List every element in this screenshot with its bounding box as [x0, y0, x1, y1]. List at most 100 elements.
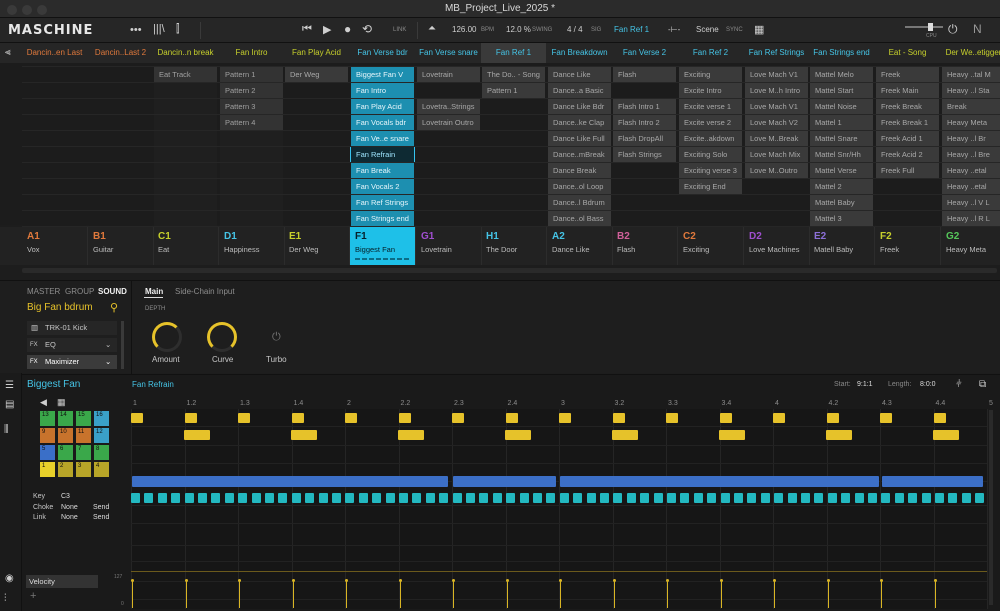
clip-cell[interactable]: Heavy ..etal [942, 179, 1000, 194]
group-h1[interactable]: H1 The Door [481, 227, 547, 265]
velocity-stem[interactable] [934, 581, 936, 608]
pad-11[interactable]: 11 [76, 428, 91, 443]
velocity-stem[interactable] [239, 581, 240, 608]
velocity-stem[interactable] [613, 581, 615, 608]
group-c2[interactable]: C2 Exciting [678, 227, 744, 265]
clip-cell[interactable]: Excite verse 2 [679, 115, 742, 130]
scene-header-5[interactable]: Fan Play Acid [284, 43, 349, 63]
note[interactable] [600, 493, 609, 503]
clip-cell[interactable]: Dance..ol Bass [548, 211, 611, 226]
empty-clip-slot[interactable] [89, 83, 152, 98]
empty-clip-slot[interactable] [285, 211, 348, 226]
note[interactable] [948, 493, 958, 503]
note[interactable] [265, 493, 274, 503]
group-a2[interactable]: A2 Dance Like [547, 227, 613, 265]
group-name[interactable]: Biggest Fan [27, 379, 80, 390]
clip-list-icon[interactable]: ▤ [5, 400, 14, 410]
note[interactable] [278, 493, 288, 503]
clip-cell[interactable]: Love Mach V1 [745, 67, 808, 82]
empty-clip-slot[interactable] [23, 211, 86, 226]
swing-value[interactable]: 12.0 % [506, 25, 531, 34]
tempo-value[interactable]: 126.00 [452, 25, 476, 34]
pad-3[interactable]: 3 [76, 462, 91, 477]
pad-grid-icon[interactable]: ▦ [57, 397, 66, 407]
note[interactable] [613, 493, 623, 503]
note[interactable] [559, 413, 571, 423]
dial-icon[interactable]: ◉ [5, 574, 14, 584]
scene-header-11[interactable]: Fan Ref 2 [678, 43, 743, 63]
group-c1[interactable]: C1 Eat [153, 227, 219, 265]
group-e2[interactable]: E2 Matell Baby [809, 227, 875, 265]
note[interactable] [505, 413, 518, 423]
note[interactable] [933, 430, 959, 440]
clip-cell[interactable]: Fan Ref Strings [351, 195, 414, 210]
note[interactable] [398, 413, 411, 423]
clip-cell[interactable]: Exciting Solo [679, 147, 742, 162]
velocity-point[interactable] [773, 579, 776, 582]
clip-cell[interactable]: Heavy Meta [942, 115, 1000, 130]
note[interactable] [211, 493, 221, 503]
tab-master[interactable]: MASTER [27, 287, 60, 296]
clip-cell[interactable]: Freek Full [876, 163, 939, 178]
note[interactable] [131, 493, 140, 503]
velocity-point[interactable] [880, 579, 883, 582]
empty-clip-slot[interactable] [154, 83, 217, 98]
empty-clip-slot[interactable] [613, 83, 676, 98]
note[interactable] [881, 493, 891, 503]
note[interactable] [827, 493, 837, 503]
plugin-slot-1[interactable]: ▥ TRK-01 Kick [27, 321, 117, 335]
note[interactable] [184, 493, 194, 503]
note[interactable] [452, 413, 464, 423]
speaker-icon[interactable]: ◀ [40, 397, 47, 407]
empty-clip-slot[interactable] [482, 211, 545, 226]
clip-cell[interactable]: Mattel 3 [810, 211, 873, 226]
note[interactable] [612, 430, 638, 440]
empty-clip-slot[interactable] [482, 131, 545, 146]
pad-7[interactable]: 7 [76, 445, 91, 460]
note[interactable] [854, 493, 864, 503]
clip-cell[interactable]: Dance Like Bdr [548, 99, 611, 114]
plugin-slot-3[interactable]: FX Maximizer ⌄ [27, 355, 117, 369]
empty-clip-slot[interactable] [613, 211, 676, 226]
clip-cell[interactable]: Fan Vocals bdr [351, 115, 414, 130]
pattern-list-icon[interactable]: ☰ [5, 381, 14, 391]
curve-knob[interactable] [207, 322, 237, 352]
empty-clip-slot[interactable] [285, 163, 348, 178]
empty-clip-slot[interactable] [89, 115, 152, 130]
note[interactable] [238, 493, 248, 503]
note[interactable] [358, 493, 368, 503]
note[interactable] [398, 430, 424, 440]
note[interactable] [291, 430, 317, 440]
note[interactable] [586, 493, 596, 503]
empty-clip-slot[interactable] [23, 163, 86, 178]
clip-cell[interactable]: Excite Intro [679, 83, 742, 98]
velocity-point[interactable] [612, 579, 616, 582]
group-f1[interactable]: F1 Biggest Fan [350, 227, 416, 265]
slot-scrollbar[interactable] [121, 321, 124, 369]
empty-clip-slot[interactable] [220, 131, 283, 146]
note[interactable] [238, 413, 250, 423]
note[interactable] [734, 493, 743, 503]
note[interactable] [640, 493, 650, 503]
clip-cell[interactable]: Freek Break 1 [876, 115, 939, 130]
note[interactable] [492, 493, 502, 503]
start-value[interactable]: 9:1:1 [857, 381, 873, 388]
pad-4[interactable]: 4 [94, 462, 109, 477]
clip-cell[interactable]: Eat Track [154, 67, 217, 82]
pattern-name[interactable]: Fan Refrain [132, 380, 174, 389]
note[interactable] [573, 493, 583, 503]
chevron-down-icon[interactable]: ⌄ [105, 355, 111, 369]
clip-cell[interactable]: Fan Break [351, 163, 414, 178]
note[interactable] [760, 493, 770, 503]
note[interactable] [332, 493, 341, 503]
note[interactable] [814, 493, 824, 503]
velocity-stem[interactable] [132, 581, 133, 608]
velocity-point[interactable] [452, 579, 455, 582]
group-b2[interactable]: B2 Flash [612, 227, 678, 265]
note[interactable] [961, 493, 971, 503]
scene-header-3[interactable]: Dancin..n break [153, 43, 218, 63]
play-icon[interactable]: ▶ [323, 23, 331, 36]
clip-cell[interactable]: Freek Acid 1 [876, 131, 939, 146]
velocity-point[interactable] [238, 579, 241, 582]
master-volume-handle[interactable] [928, 23, 933, 31]
